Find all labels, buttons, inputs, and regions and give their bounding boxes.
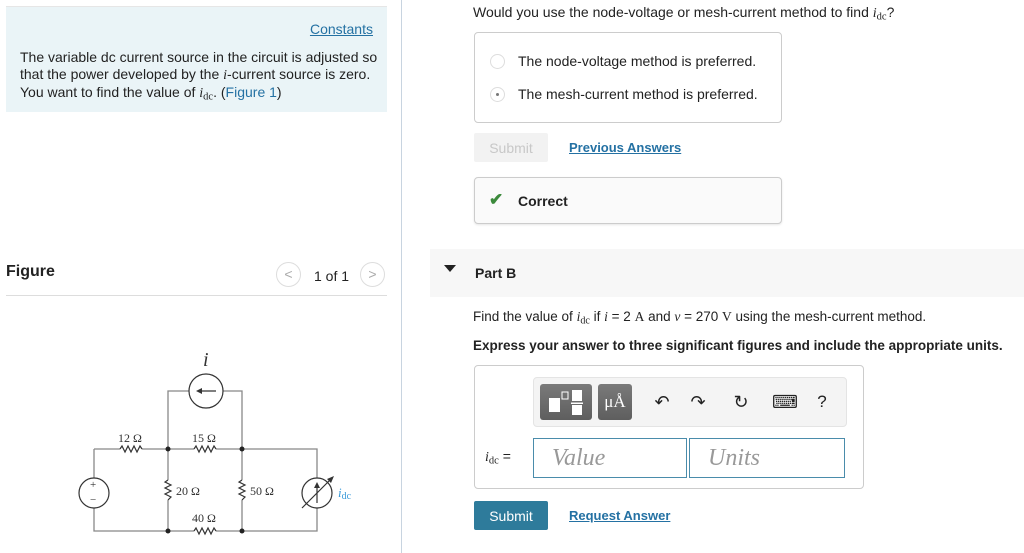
option-label: The mesh-current method is preferred. (518, 86, 758, 102)
undo-icon[interactable]: ↶ (650, 390, 674, 414)
intro-text-3: . ( (213, 84, 226, 100)
label-minus: − (90, 494, 96, 506)
problem-pane: Constants The variable dc current source… (0, 0, 401, 553)
label-40-ohm: 40 Ω (192, 511, 216, 525)
redo-icon[interactable]: ↷ (686, 390, 710, 414)
caret-down-icon[interactable] (444, 265, 456, 272)
prev-figure-button[interactable]: < (276, 262, 301, 287)
var-idc: idc (199, 86, 214, 103)
part-b-header[interactable]: Part B (430, 249, 1024, 297)
method-options: The node-voltage method is preferred. Th… (474, 32, 782, 123)
arrow-head-idc (314, 482, 320, 488)
templates-icon (549, 390, 583, 415)
answer-pane: Would you use the node-voltage or mesh-c… (402, 0, 1024, 553)
label-plus: + (90, 479, 96, 491)
problem-intro: Constants The variable dc current source… (6, 6, 387, 112)
figure-link[interactable]: Figure 1 (226, 84, 277, 100)
answer-label: idc = (485, 448, 511, 467)
resistor-40 (193, 526, 217, 536)
part-b-title: Part B (475, 265, 517, 281)
option-mesh-current[interactable]: The mesh-current method is preferred. (490, 84, 758, 104)
node (239, 446, 245, 452)
label-12-ohm: 12 Ω (118, 431, 142, 445)
resistor-15 (193, 444, 217, 454)
radio-mesh-current[interactable] (490, 86, 505, 102)
reset-icon[interactable]: ↻ (729, 390, 753, 414)
circuit-diagram: 12 Ω 15 Ω 20 Ω 50 Ω 40 Ω + − v i idc (78, 349, 352, 536)
option-node-voltage[interactable]: The node-voltage method is preferred. (490, 51, 756, 71)
next-figure-button[interactable]: > (360, 262, 385, 287)
resistor-12 (119, 444, 143, 454)
part-b-instructions: Express your answer to three significant… (473, 338, 1003, 353)
help-icon[interactable]: ? (810, 390, 834, 414)
units-button[interactable]: μÅ (598, 384, 632, 420)
answer-box: μÅ ↶ ↷ ↻ ⌨ ? idc = (474, 365, 864, 489)
part-b-question: Find the value of idc if i = 2 A and v =… (473, 309, 927, 327)
figure-count: 1 of 1 (314, 268, 350, 284)
previous-answers-link[interactable]: Previous Answers (569, 140, 681, 155)
radio-node-voltage[interactable] (490, 53, 505, 69)
units-input[interactable] (689, 438, 845, 478)
option-label: The node-voltage method is preferred. (518, 53, 757, 69)
problem-statement: The variable dc current source in the ci… (20, 49, 380, 106)
node (239, 528, 245, 534)
value-input[interactable] (533, 438, 687, 478)
feedback-label: Correct (518, 193, 568, 209)
label-20-ohm: 20 Ω (176, 484, 200, 498)
label-15-ohm: 15 Ω (192, 431, 216, 445)
chevron-right-icon: > (368, 266, 377, 282)
label-i: i (203, 349, 209, 371)
label-idc: idc (338, 485, 352, 502)
math-toolbar: μÅ ↶ ↷ ↻ ⌨ ? (533, 377, 847, 427)
constants-link[interactable]: Constants (310, 21, 373, 37)
chevron-left-icon: < (284, 266, 293, 282)
figure-title: Figure (6, 263, 55, 280)
check-icon: ✔ (489, 190, 504, 209)
request-answer-link[interactable]: Request Answer (569, 508, 670, 523)
wire-left (93, 449, 168, 532)
node (165, 446, 171, 452)
label-50-ohm: 50 Ω (250, 484, 274, 498)
part-a-question: Would you use the node-voltage or mesh-c… (473, 4, 895, 23)
resistor-50 (237, 479, 247, 501)
keyboard-icon[interactable]: ⌨ (772, 390, 798, 414)
resistor-20 (163, 479, 173, 501)
intro-text-4: ) (276, 84, 282, 100)
figure-header: Figure < 1 of 1 > (6, 258, 387, 296)
arrow-head-i (196, 388, 202, 394)
feedback-correct: ✔ Correct (474, 177, 782, 224)
part-a-submit-button[interactable]: Submit (474, 133, 548, 162)
part-b-submit-button[interactable]: Submit (474, 501, 548, 530)
node (165, 528, 171, 534)
templates-button[interactable] (540, 384, 592, 420)
